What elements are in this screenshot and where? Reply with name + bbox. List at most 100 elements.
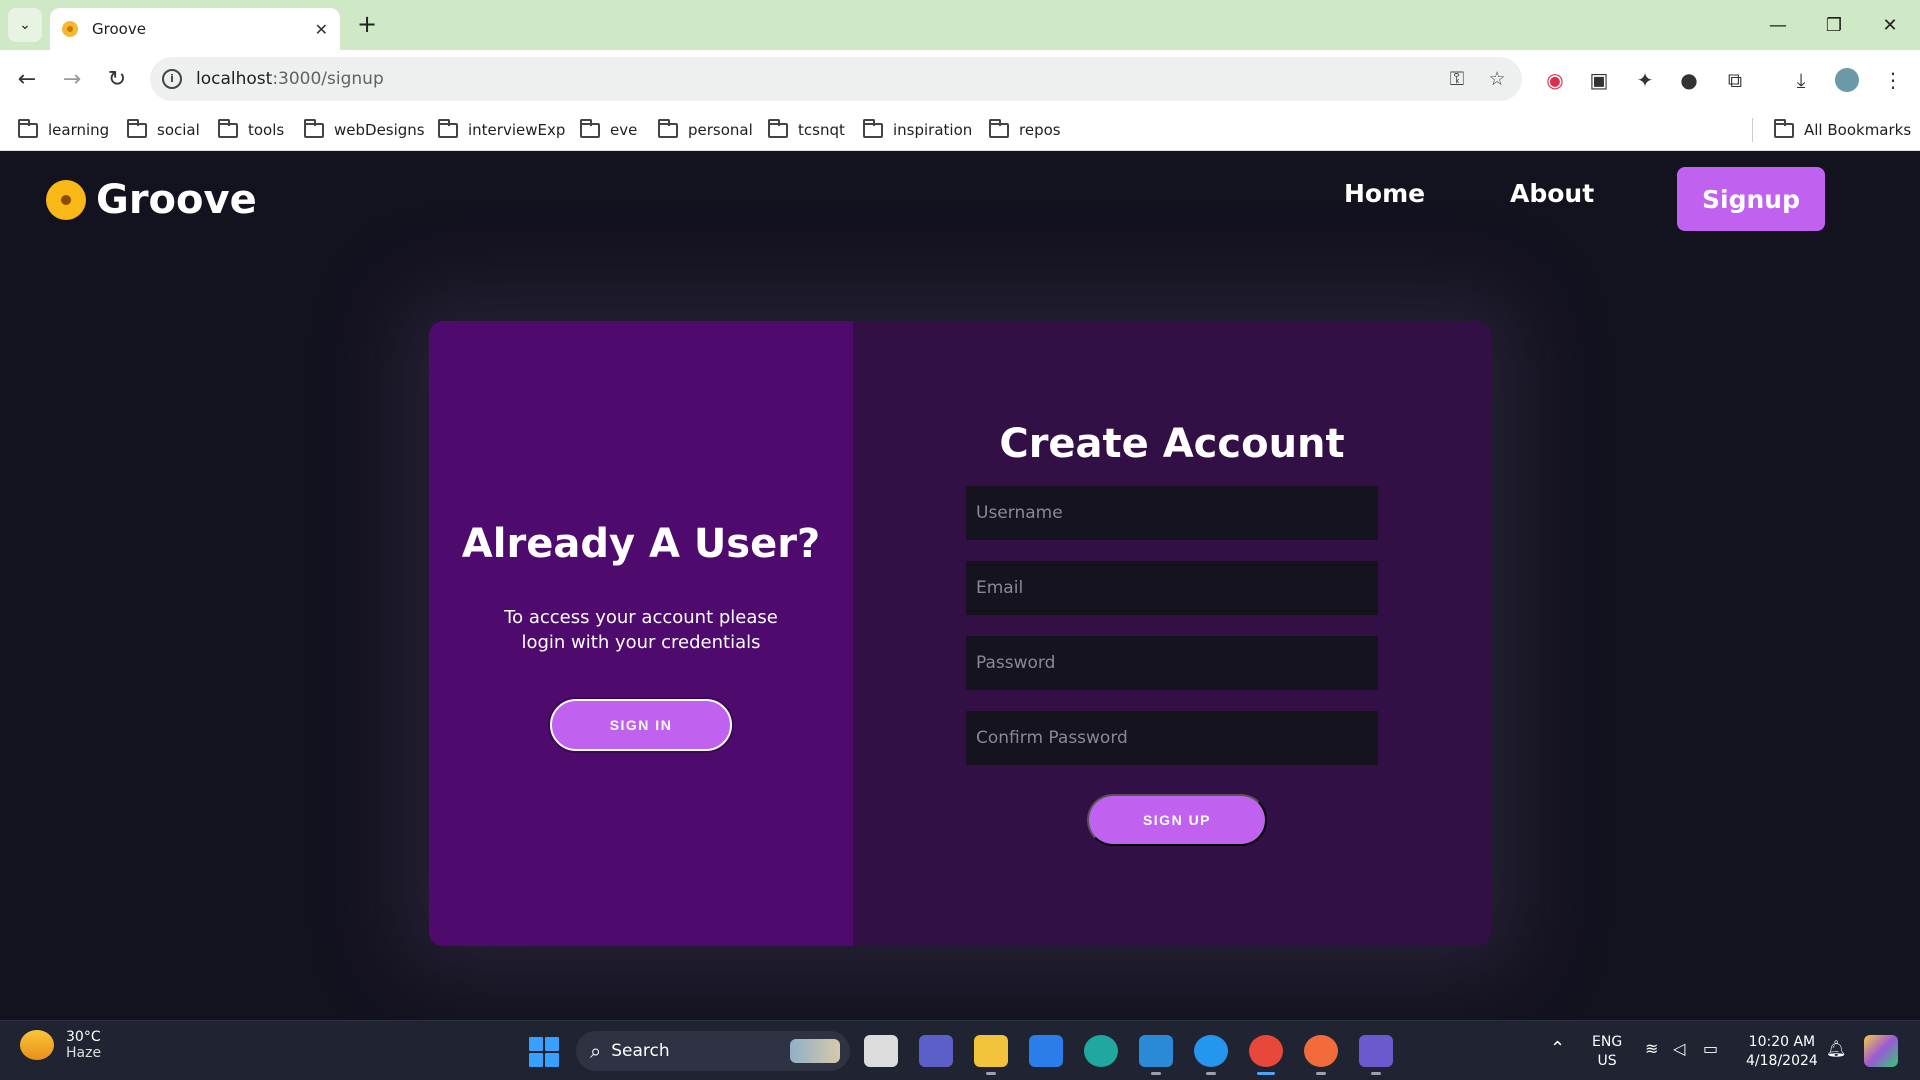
weather-temp: 30°C xyxy=(66,1029,101,1045)
all-bookmarks[interactable]: All Bookmarks xyxy=(1774,118,1911,142)
sign-in-button[interactable]: SIGN IN xyxy=(550,699,732,751)
bookmark-star-icon[interactable]: ☆ xyxy=(1482,68,1512,90)
active-indicator xyxy=(1257,1072,1275,1075)
taskbar-search-label: Search xyxy=(611,1041,670,1061)
chrome-icon[interactable] xyxy=(1249,1035,1283,1075)
bookmark-folder[interactable]: personal xyxy=(658,118,753,142)
url-text[interactable]: localhost:3000/signup xyxy=(196,69,1442,89)
confirm-password-field[interactable] xyxy=(966,711,1378,765)
vscode-icon[interactable] xyxy=(1139,1035,1173,1075)
bookmark-label: personal xyxy=(688,121,753,139)
windows-start-icon[interactable] xyxy=(529,1037,559,1067)
wifi-icon[interactable]: ≋ xyxy=(1645,1039,1658,1058)
weather-widget[interactable]: 30°C Haze xyxy=(20,1029,101,1061)
bookmark-folder[interactable]: eve xyxy=(580,118,637,142)
restore-button[interactable]: ❐ xyxy=(1806,8,1862,42)
tab-search-button[interactable]: ⌄ xyxy=(8,8,42,42)
chevron-up-icon[interactable]: ⌃ xyxy=(1550,1039,1565,1058)
nav-home-link[interactable]: Home xyxy=(1344,179,1425,208)
clock-date: 4/18/2024 xyxy=(1746,1053,1818,1069)
running-indicator xyxy=(1206,1072,1216,1075)
folder-icon xyxy=(18,118,38,138)
url-host: localhost xyxy=(196,69,273,89)
bookmark-folder[interactable]: interviewExp xyxy=(438,118,565,142)
puzzle-extensions-icon[interactable]: ⧉ xyxy=(1720,65,1750,95)
bookmark-folder[interactable]: repos xyxy=(989,118,1061,142)
forward-arrow-icon[interactable]: → xyxy=(55,62,89,96)
bookmark-label: webDesigns xyxy=(334,121,425,139)
signin-panel: Already A User? To access your account p… xyxy=(429,321,853,946)
new-tab-button[interactable]: + xyxy=(352,10,382,40)
email-field[interactable] xyxy=(966,561,1378,615)
media-play-icon[interactable]: ◉ xyxy=(1540,65,1570,95)
folder-icon xyxy=(989,118,1009,138)
bookmark-folder[interactable]: webDesigns xyxy=(304,118,425,142)
bookmark-label: social xyxy=(157,121,200,139)
tab-title: Groove xyxy=(92,20,146,38)
teams-icon[interactable] xyxy=(919,1035,953,1067)
folder-icon xyxy=(1774,118,1794,138)
bookmark-folder[interactable]: tcsnqt xyxy=(768,118,845,142)
notification-bell-icon[interactable]: 🔔︎ xyxy=(1826,1039,1846,1058)
nav-signup-button[interactable]: Signup xyxy=(1677,167,1825,231)
reload-icon[interactable]: ↻ xyxy=(100,62,134,96)
sign-up-button[interactable]: SIGN UP xyxy=(1087,794,1267,846)
weather-haze-icon xyxy=(20,1030,54,1060)
clock[interactable]: 10:20 AM 4/18/2024 xyxy=(1746,1033,1818,1071)
minimize-button[interactable]: — xyxy=(1750,8,1806,42)
folder-icon xyxy=(768,118,788,138)
file-explorer-icon[interactable] xyxy=(974,1035,1008,1075)
task-view-icon[interactable] xyxy=(864,1035,898,1067)
clock-time: 10:20 AM xyxy=(1748,1034,1816,1050)
running-indicator xyxy=(1316,1072,1326,1075)
bookmark-folder[interactable]: learning xyxy=(18,118,109,142)
profile-avatar[interactable] xyxy=(1832,65,1862,95)
password-key-icon[interactable]: ⚿ xyxy=(1442,68,1472,90)
taskbar-search[interactable]: ⌕ Search xyxy=(576,1031,850,1071)
edge-icon[interactable] xyxy=(1084,1035,1118,1067)
folder-icon xyxy=(580,118,600,138)
folder-icon xyxy=(304,118,324,138)
signin-description: To access your account please login with… xyxy=(504,607,778,653)
bookmark-folder[interactable]: social xyxy=(127,118,200,142)
page-content: Groove Home About Signup Already A User?… xyxy=(0,151,1920,1020)
signup-heading: Create Account xyxy=(999,421,1345,467)
auth-card: Already A User? To access your account p… xyxy=(429,321,1491,946)
postman-icon[interactable] xyxy=(1304,1035,1338,1075)
menu-kebab-icon[interactable]: ⋮ xyxy=(1878,65,1908,95)
search-highlight-image xyxy=(790,1039,840,1063)
bookmark-label: interviewExp xyxy=(468,121,566,139)
git-app-icon[interactable] xyxy=(1359,1035,1393,1075)
back-arrow-icon[interactable]: ← xyxy=(10,62,44,96)
site-info-icon[interactable]: i xyxy=(162,69,182,89)
battery-icon[interactable]: ▭ xyxy=(1703,1039,1718,1058)
running-indicator xyxy=(1151,1072,1161,1075)
extension-icon[interactable]: ● xyxy=(1674,65,1704,95)
bookmarks-divider xyxy=(1752,118,1753,142)
close-window-button[interactable]: ✕ xyxy=(1862,8,1918,42)
password-field[interactable] xyxy=(966,636,1378,690)
browser-tab-bar: ⌄ Groove ✕ + — ❐ ✕ xyxy=(0,0,1920,50)
nav-about-link[interactable]: About xyxy=(1510,179,1594,208)
running-indicator xyxy=(986,1072,996,1075)
extension-icon[interactable]: ✦ xyxy=(1630,65,1660,95)
language-indicator[interactable]: ENG US xyxy=(1592,1033,1622,1071)
download-icon[interactable]: ⤓ xyxy=(1786,65,1816,95)
picture-in-picture-icon[interactable]: ▣ xyxy=(1584,65,1614,95)
vinyl-disc-icon xyxy=(46,180,86,220)
username-field[interactable] xyxy=(966,486,1378,540)
close-tab-icon[interactable]: ✕ xyxy=(315,20,328,39)
region-code: US xyxy=(1597,1053,1617,1069)
copilot-icon[interactable] xyxy=(1864,1035,1898,1067)
bookmark-folder[interactable]: inspiration xyxy=(863,118,972,142)
bookmark-folder[interactable]: tools xyxy=(218,118,284,142)
todo-icon[interactable] xyxy=(1029,1035,1063,1067)
volume-icon[interactable]: ◁ xyxy=(1673,1039,1685,1058)
browser-tab[interactable]: Groove ✕ xyxy=(50,8,340,50)
docker-icon[interactable] xyxy=(1194,1035,1228,1075)
chevron-down-icon: ⌄ xyxy=(19,17,31,33)
os-taskbar: 30°C Haze ⌕ Search ⌃ ENG US ≋ ◁ ▭ 10:20 … xyxy=(0,1020,1920,1080)
address-bar[interactable]: i localhost:3000/signup ⚿ ☆ xyxy=(150,57,1522,101)
signup-panel: Create Account xyxy=(853,321,1491,946)
brand-logo[interactable]: Groove xyxy=(46,177,257,223)
